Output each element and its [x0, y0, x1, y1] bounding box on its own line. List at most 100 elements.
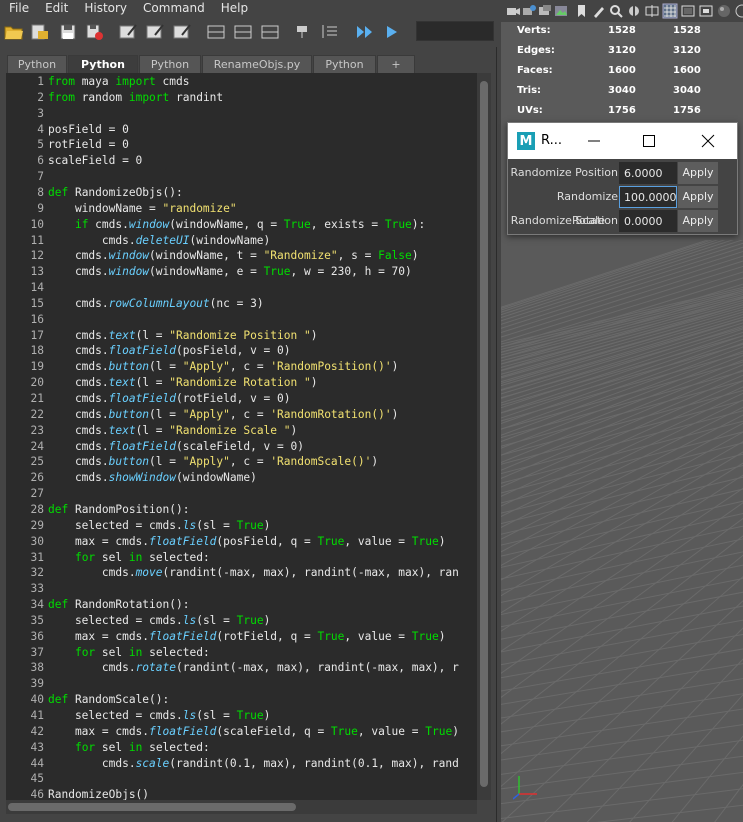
- hud-value: 1528: [673, 25, 701, 36]
- code-line: windowName = "randomize": [48, 201, 237, 215]
- horizontal-scroll-thumb[interactable]: [8, 803, 296, 811]
- code-editor[interactable]: 1 2 3 4 5 6 7 8 9 10 11 12 13 14 15 16 17 18 19 20 21 22 23 24 2…: [6, 73, 477, 800]
- apply-position-button[interactable]: Apply: [678, 162, 718, 184]
- code-line: cmds.text(l = "Randomize Position "): [48, 328, 318, 342]
- add-tab-button[interactable]: +: [377, 55, 415, 73]
- save-to-shelf-icon[interactable]: [83, 21, 105, 43]
- line-number: 7: [37, 170, 44, 184]
- code-line: cmds.window(windowName, e = True, w = 23…: [48, 265, 412, 279]
- line-number: 33: [30, 582, 44, 596]
- label-randomize-rotation: Randomize Rotation: [556, 190, 618, 227]
- tab-python-2[interactable]: Python: [68, 55, 138, 73]
- toolbar-search-field[interactable]: [416, 21, 494, 41]
- menu-edit[interactable]: Edit: [36, 0, 75, 17]
- code-line: cmds.window(windowName, t = "Randomize",…: [48, 249, 419, 263]
- position-float-field[interactable]: 6.0000: [619, 162, 677, 184]
- clear-all-icon[interactable]: [171, 21, 193, 43]
- apply-scale-button[interactable]: Apply: [678, 210, 718, 232]
- line-number: 36: [30, 629, 44, 643]
- window-body: Randomize Position 6.0000 Apply Randomiz…: [508, 159, 737, 234]
- load-script-icon[interactable]: [29, 21, 51, 43]
- line-number: 29: [30, 518, 44, 532]
- hud-row-edges: Edges: 3120 3120: [501, 42, 743, 62]
- tab-python-4[interactable]: Python: [313, 55, 376, 73]
- horizontal-scrollbar[interactable]: [6, 800, 477, 814]
- clear-input-icon[interactable]: [144, 21, 166, 43]
- resolution-gate-icon[interactable]: [698, 3, 714, 19]
- hud-label: Edges:: [517, 45, 555, 56]
- menu-history[interactable]: History: [75, 0, 134, 17]
- scale-float-field[interactable]: 0.0000: [619, 210, 677, 232]
- vertical-scrollbar[interactable]: [477, 73, 491, 800]
- code-line: def RandomScale():: [48, 693, 170, 707]
- tab-renameobjs[interactable]: RenameObjs.py: [202, 55, 312, 73]
- grid-toggle-icon[interactable]: [662, 3, 678, 19]
- bookmark-flag-icon[interactable]: [573, 3, 589, 19]
- camera-icon[interactable]: [505, 3, 521, 19]
- menu-file[interactable]: File: [0, 0, 36, 17]
- show-both-icon[interactable]: [259, 21, 281, 43]
- line-number: 17: [30, 328, 44, 342]
- safe-frame-icon[interactable]: [644, 3, 660, 19]
- film-gate-icon[interactable]: [680, 3, 696, 19]
- xray-icon[interactable]: [626, 3, 642, 19]
- save-script-icon[interactable]: [57, 21, 79, 43]
- line-number: 39: [30, 677, 44, 691]
- execute-icon[interactable]: [381, 21, 403, 43]
- 2d-pan-zoom-icon[interactable]: [608, 3, 624, 19]
- code-line: cmds.deleteUI(windowName): [48, 233, 271, 247]
- code-line: scaleField = 0: [48, 154, 143, 168]
- line-number: 15: [30, 296, 44, 310]
- line-number: 16: [30, 312, 44, 326]
- hud-row-faces: Faces: 1600 1600: [501, 62, 743, 82]
- line-number: 34: [30, 598, 44, 612]
- line-number: 12: [30, 249, 44, 263]
- randomize-window: M R... Randomize Position 6.0000 Apply R…: [507, 122, 738, 235]
- rotation-float-field[interactable]: 100.0000: [619, 186, 677, 208]
- line-number: 30: [30, 534, 44, 548]
- window-titlebar[interactable]: M R...: [508, 123, 737, 159]
- show-input-icon[interactable]: [232, 21, 254, 43]
- execute-all-icon[interactable]: [354, 21, 376, 43]
- editor-toolbar: [0, 17, 497, 47]
- apply-rotation-button[interactable]: Apply: [678, 186, 718, 208]
- hud-value: 1600: [608, 65, 636, 76]
- code-line: cmds.floatField(posField, v = 0): [48, 344, 291, 358]
- vertical-scroll-thumb[interactable]: [480, 81, 488, 787]
- hud-value: 3120: [608, 45, 636, 56]
- code-line: def RandomRotation():: [48, 598, 190, 612]
- line-numbers-icon[interactable]: [320, 21, 342, 43]
- tab-python-1[interactable]: Python: [7, 55, 67, 73]
- code-line: if cmds.window(windowName, q = True, exi…: [74, 217, 426, 231]
- echo-commands-icon[interactable]: [293, 21, 315, 43]
- tab-python-3[interactable]: Python: [139, 55, 201, 73]
- line-number: 13: [30, 265, 44, 279]
- show-history-icon[interactable]: [205, 21, 227, 43]
- bookmark-icon[interactable]: [537, 3, 553, 19]
- grease-pencil-icon[interactable]: [591, 3, 607, 19]
- wireframe-ball-icon[interactable]: [734, 3, 743, 19]
- line-number-gutter: 1 2 3 4 5 6 7 8 9 10 11 12 13 14 15 16 17 18 19 20 21 22 23 24 2…: [6, 73, 46, 800]
- code-line: cmds.showWindow(windowName): [48, 471, 257, 485]
- shading-ball-icon[interactable]: [716, 3, 732, 19]
- clear-history-icon[interactable]: [117, 21, 139, 43]
- window-title: R...: [541, 133, 562, 148]
- open-folder-icon[interactable]: [3, 21, 25, 43]
- close-button[interactable]: [698, 131, 718, 151]
- hud-value: 1756: [673, 105, 701, 116]
- menu-help[interactable]: Help: [212, 0, 255, 17]
- minimize-icon: [588, 140, 600, 142]
- code-line: max = cmds.floatField(posField, q = True…: [48, 534, 446, 548]
- line-number: 10: [30, 217, 44, 231]
- image-plane-icon[interactable]: [553, 3, 569, 19]
- minimize-button[interactable]: [584, 131, 604, 151]
- camera-attributes-icon[interactable]: [521, 3, 537, 19]
- maximize-button[interactable]: [639, 131, 659, 151]
- menu-command[interactable]: Command: [134, 0, 212, 17]
- line-number: 26: [30, 471, 44, 485]
- code-line: cmds.button(l = "Apply", c = 'RandomScal…: [48, 455, 379, 469]
- line-number: 27: [30, 487, 44, 501]
- script-tabs: Python Python Python RenameObjs.py Pytho…: [0, 55, 497, 73]
- hud-row-tris: Tris: 3040 3040: [501, 82, 743, 102]
- line-number: 6: [37, 154, 44, 168]
